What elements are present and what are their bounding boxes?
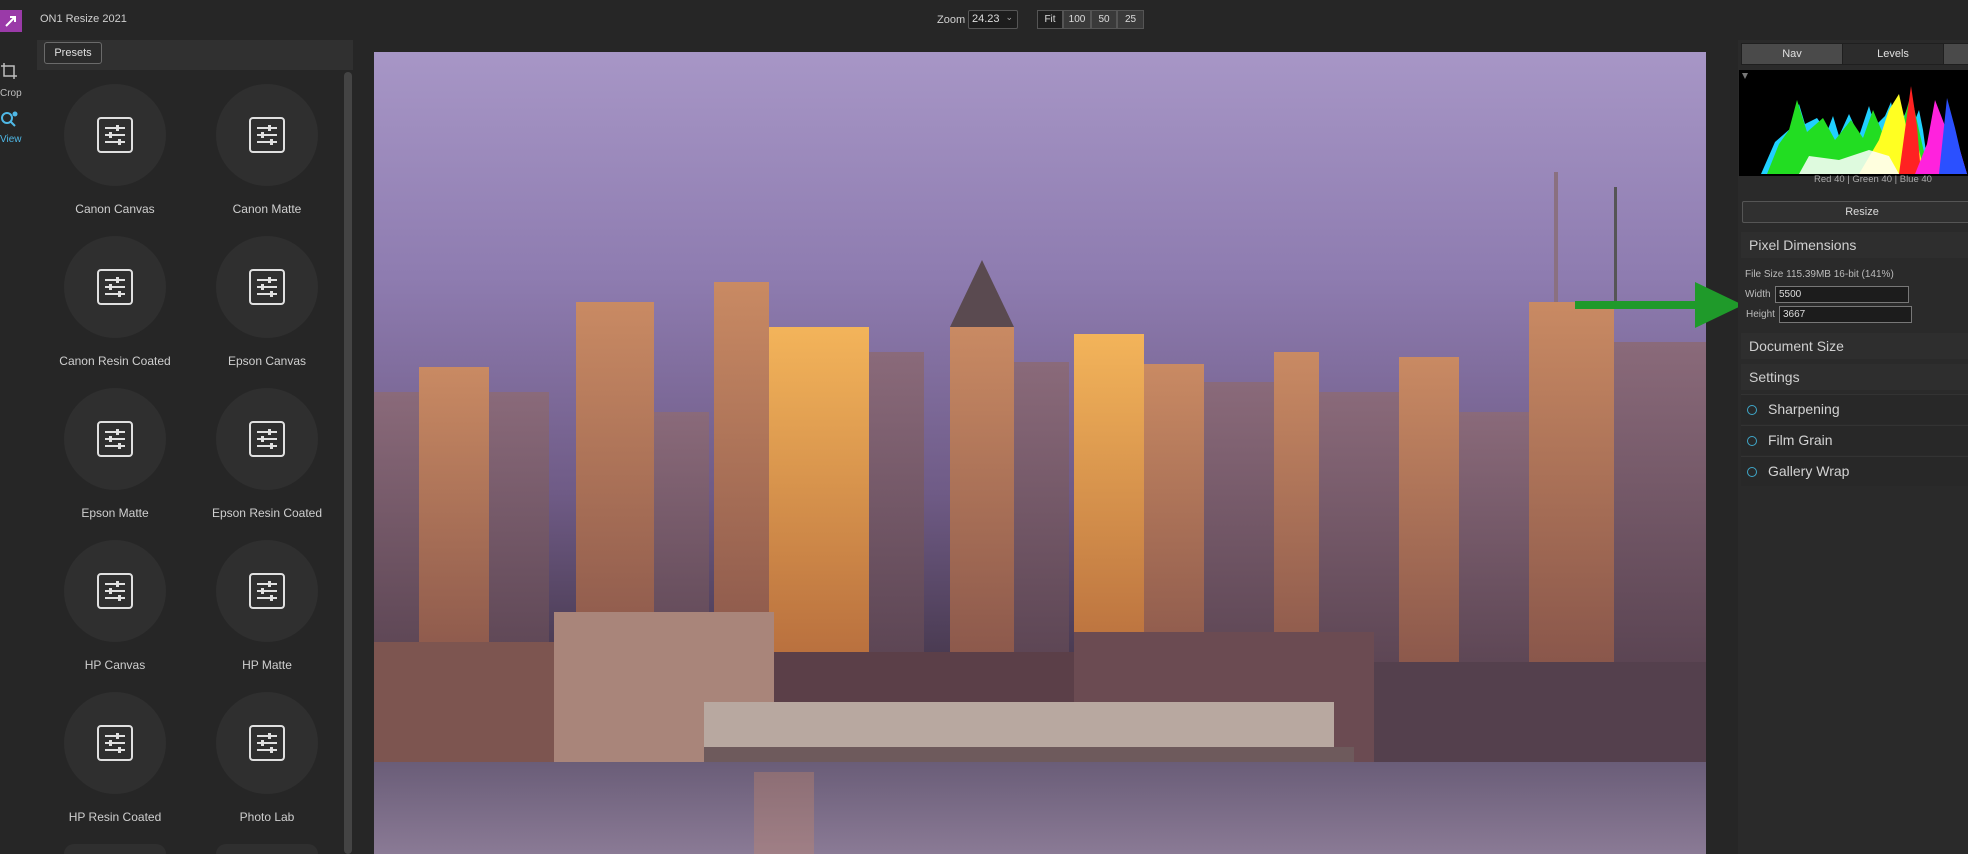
chevron-down-icon: ⌄ (1005, 12, 1013, 22)
preset-item[interactable]: Photo Lab (202, 692, 332, 842)
preset-thumbnail[interactable] (64, 236, 166, 338)
tab-levels[interactable]: Levels (1843, 44, 1943, 64)
preset-thumbnail[interactable] (64, 844, 166, 854)
histogram-readout: Red 40 | Green 40 | Blue 40 (1814, 174, 1932, 185)
presets-scrollbar[interactable] (344, 72, 352, 854)
toggle-circle-icon[interactable] (1747, 405, 1757, 415)
annotation-arrow-icon (1575, 282, 1743, 328)
zoom-25-button[interactable]: 25 (1117, 10, 1144, 29)
preset-item[interactable]: Epson Matte (50, 388, 180, 538)
preset-thumbnail[interactable] (216, 84, 318, 186)
preset-item[interactable]: Epson Resin Coated (202, 388, 332, 538)
preset-item[interactable]: Canon Matte (202, 84, 332, 234)
preset-thumbnail[interactable] (64, 692, 166, 794)
preset-thumbnail[interactable] (216, 236, 318, 338)
tab-nav[interactable]: Nav (1742, 44, 1842, 64)
preset-label: Epson Matte (81, 506, 149, 520)
preset-thumbnail[interactable] (64, 388, 166, 490)
toggle-circle-icon[interactable] (1747, 467, 1757, 477)
settings-header[interactable]: Settings (1741, 364, 1968, 390)
width-label: Width (1745, 289, 1771, 300)
setting-film-grain[interactable]: Film Grain (1741, 425, 1968, 455)
zoom-fit-button[interactable]: Fit (1037, 10, 1063, 29)
preset-label: Canon Matte (232, 202, 302, 216)
width-input[interactable]: 5500 (1775, 286, 1909, 303)
preset-label: HP Canvas (84, 658, 146, 672)
preset-label: Canon Canvas (75, 202, 155, 216)
crop-icon[interactable] (0, 62, 18, 83)
app-logo-icon (0, 10, 22, 32)
preset-thumbnail[interactable] (216, 692, 318, 794)
preset-thumbnail[interactable] (64, 84, 166, 186)
zoom-select[interactable]: 24.23 ⌄ (968, 10, 1018, 29)
setting-label: Sharpening (1768, 401, 1840, 417)
setting-label: Film Grain (1768, 432, 1833, 448)
app-title: ON1 Resize 2021 (40, 13, 127, 25)
preset-item[interactable]: Canon Canvas (50, 84, 180, 234)
height-label: Height (1746, 309, 1775, 320)
setting-sharpening[interactable]: Sharpening (1741, 394, 1968, 424)
preset-item[interactable]: Epson Canvas (202, 236, 332, 386)
tab-overflow[interactable] (1944, 44, 1968, 64)
preset-item[interactable]: HP Canvas (50, 540, 180, 690)
preset-label: Canon Resin Coated (59, 354, 171, 368)
height-input[interactable]: 3667 (1779, 306, 1912, 323)
preset-item[interactable]: HP Resin Coated (50, 692, 180, 842)
tool-view-label[interactable]: View (0, 134, 22, 145)
zoom-100-button[interactable]: 100 (1063, 10, 1091, 29)
city-skyline-image (374, 172, 1706, 854)
file-size-text: File Size 115.39MB 16-bit (141%) (1745, 269, 1894, 280)
resize-button[interactable]: Resize (1742, 201, 1968, 223)
zoom-value: 24.23 (972, 13, 1000, 25)
toggle-circle-icon[interactable] (1747, 436, 1757, 446)
preset-item[interactable]: HP Matte (202, 540, 332, 690)
preset-label: Photo Lab (239, 810, 295, 824)
preset-label: Epson Resin Coated (211, 506, 323, 520)
preset-thumbnail[interactable] (216, 388, 318, 490)
preset-label: Epson Canvas (227, 354, 307, 368)
preset-item[interactable]: Canon Resin Coated (50, 236, 180, 386)
document-size-header[interactable]: Document Size (1741, 333, 1968, 359)
preset-thumbnail[interactable] (216, 844, 318, 854)
pixel-dimensions-header[interactable]: Pixel Dimensions (1741, 232, 1968, 258)
presets-button[interactable]: Presets (44, 42, 102, 64)
preset-thumbnail[interactable] (64, 540, 166, 642)
zoom-50-button[interactable]: 50 (1091, 10, 1117, 29)
histogram (1739, 70, 1968, 176)
preset-thumbnail[interactable] (216, 540, 318, 642)
view-magnifier-icon[interactable] (0, 110, 20, 133)
preset-label: HP Matte (242, 658, 292, 672)
preset-label: HP Resin Coated (68, 810, 162, 824)
setting-label: Gallery Wrap (1768, 463, 1850, 479)
photo-preview[interactable] (374, 52, 1706, 854)
zoom-label: Zoom (937, 14, 966, 26)
setting-gallery-wrap[interactable]: Gallery Wrap (1741, 456, 1968, 486)
tool-crop-label[interactable]: Crop (0, 88, 22, 99)
